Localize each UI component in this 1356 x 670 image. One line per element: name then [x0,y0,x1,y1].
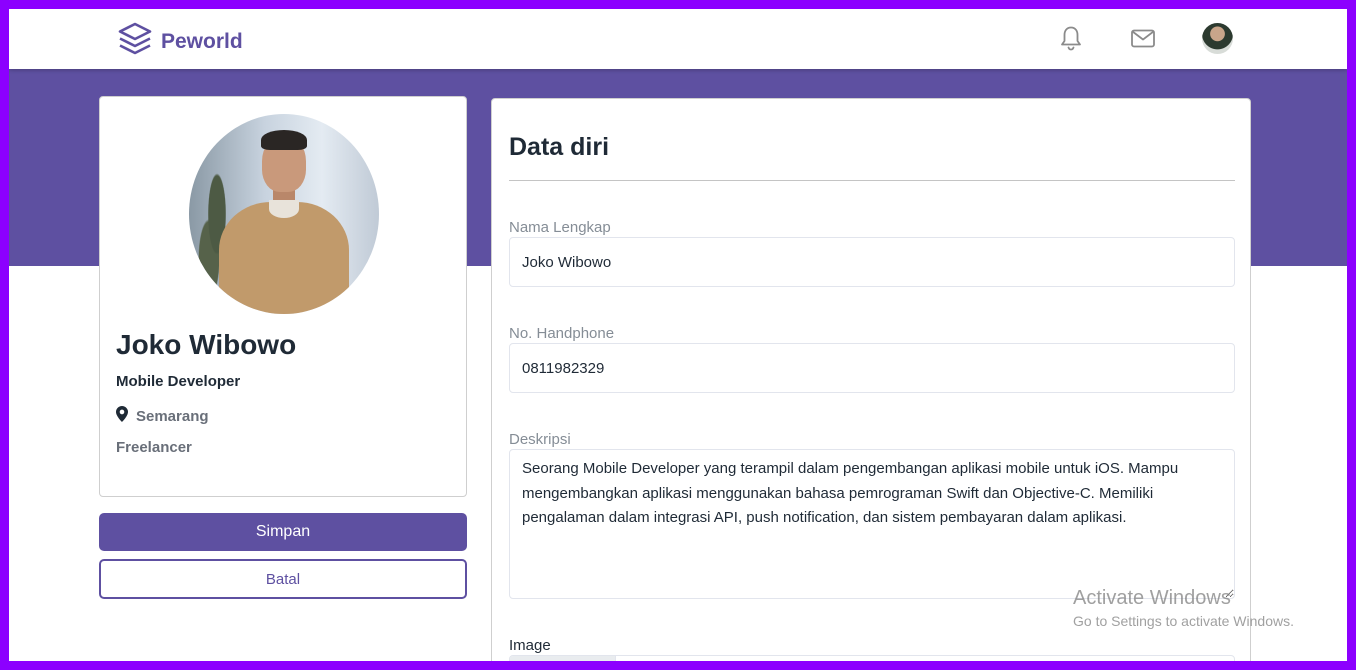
profile-location: Semarang [116,406,209,427]
map-pin-icon [116,406,128,427]
brand-name: Peworld [161,29,243,53]
profile-photo [189,114,379,314]
save-button[interactable]: Simpan [99,513,467,551]
profile-card: Joko Wibowo Mobile Developer Semarang Fr… [99,96,467,497]
phone-label: No. Handphone [509,325,615,342]
bell-icon[interactable] [1059,25,1083,56]
work-type-label: Freelancer [116,439,192,456]
divider [509,180,1235,181]
mail-icon[interactable] [1130,28,1156,55]
cancel-button[interactable]: Batal [99,559,467,599]
app-frame: Peworld Joko Wibowo Mobile Developer Sem… [9,9,1347,661]
description-textarea[interactable]: Seorang Mobile Developer yang terampil d… [509,449,1235,599]
image-file-input[interactable] [509,655,1235,661]
windows-activation-watermark: Activate Windows Go to Settings to activ… [1073,587,1294,629]
personal-data-form: Data diri Nama Lengkap No. Handphone Des… [491,98,1251,661]
profile-job: Mobile Developer [116,373,241,390]
location-label: Semarang [136,408,209,425]
choose-file-button[interactable] [510,656,616,661]
user-avatar[interactable] [1202,23,1233,54]
form-title: Data diri [509,133,610,161]
layers-icon [117,21,153,62]
full-name-input[interactable] [509,237,1235,287]
phone-input[interactable] [509,343,1235,393]
full-name-label: Nama Lengkap [509,219,611,236]
image-label: Image [509,637,551,654]
watermark-subtitle: Go to Settings to activate Windows. [1073,613,1294,629]
profile-name: Joko Wibowo [116,329,297,360]
description-label: Deskripsi [509,431,571,448]
navbar: Peworld [9,9,1347,69]
brand-logo[interactable]: Peworld [117,21,243,62]
watermark-title: Activate Windows [1073,587,1231,609]
